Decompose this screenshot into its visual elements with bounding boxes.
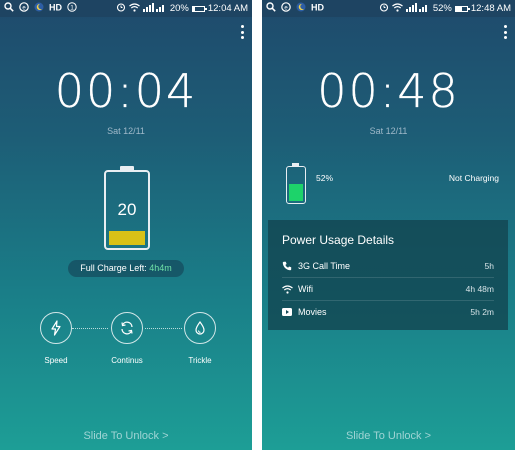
full-charge-label: Full Charge Left: [80, 263, 150, 273]
signal-icon [142, 2, 167, 15]
usage-value: 4h 48m [465, 284, 494, 294]
video-icon [282, 308, 298, 316]
status-battery-text: 52% [432, 3, 452, 14]
search-icon [266, 2, 276, 15]
alarm-icon [379, 2, 389, 15]
mode-connector [72, 328, 108, 329]
slide-to-unlock[interactable]: Slide To Unlock > [262, 430, 515, 442]
battery-graphic: 20 [104, 166, 150, 250]
status-bar: e HD 1 20% 12:04 AM [0, 0, 252, 17]
moon-icon [34, 2, 44, 15]
usage-label: 3G Call Time [298, 261, 351, 271]
right-lock-screen: e HD 52% 12:48 AM 00:48 Sat 12/11 52% No… [262, 0, 515, 450]
trickle-label: Trickle [188, 356, 212, 365]
trickle-mode-button[interactable] [184, 312, 216, 344]
signal-icon [405, 2, 430, 15]
usage-label: Movies [298, 307, 327, 317]
continus-mode-button[interactable] [111, 312, 143, 344]
svg-text:1: 1 [70, 5, 74, 12]
status-bar: e HD 52% 12:48 AM [262, 0, 515, 17]
battery-percent: 20 [117, 200, 137, 219]
overflow-menu-icon[interactable] [240, 25, 244, 39]
power-usage-title: Power Usage Details [282, 233, 395, 247]
svg-text:HD: HD [311, 3, 324, 13]
full-charge-left: Full Charge Left: 4h4m [68, 260, 184, 277]
svg-text:HD: HD [49, 3, 62, 13]
date: Sat 12/11 [369, 126, 408, 136]
hd-icon: HD [49, 2, 62, 15]
battery-fill [289, 184, 303, 201]
usage-row-3g-call[interactable]: 3G Call Time 5h [282, 255, 494, 278]
wifi-icon [128, 2, 140, 15]
left-lock-screen: e HD 1 20% 12:04 AM 00:04 Sat 12/11 20 F… [0, 0, 252, 450]
slide-to-unlock[interactable]: Slide To Unlock > [0, 430, 252, 442]
usage-row-movies[interactable]: Movies 5h 2m [282, 301, 494, 323]
speed-label: Speed [44, 356, 68, 365]
battery-icon [454, 5, 470, 12]
battery-graphic [286, 163, 306, 204]
speed-mode-button[interactable] [40, 312, 72, 344]
search-icon [4, 2, 14, 15]
battery-icon [191, 5, 207, 12]
notification-one-icon: 1 [67, 2, 77, 15]
phone-icon [282, 261, 298, 271]
battery-fill [109, 231, 145, 245]
charging-status: Not Charging [448, 173, 499, 183]
moon-icon [296, 2, 306, 15]
usage-row-wifi[interactable]: Wifi 4h 48m [282, 278, 494, 301]
battery-percent: 52% [316, 173, 334, 183]
usage-value: 5h [484, 261, 494, 271]
status-time: 12:48 AM [470, 3, 511, 14]
power-usage-panel: Power Usage Details 3G Call Time 5h Wifi… [268, 220, 508, 330]
overflow-menu-icon[interactable] [503, 25, 507, 39]
alarm-icon [116, 2, 126, 15]
date: Sat 12/11 [107, 126, 145, 136]
status-battery-text: 20% [169, 3, 189, 14]
clock: 00:04 [54, 64, 198, 118]
sim-icon: e [19, 2, 29, 15]
mode-connector [145, 328, 182, 329]
clock: 00:48 [317, 64, 460, 118]
usage-value: 5h 2m [470, 307, 494, 317]
wifi-icon [282, 284, 298, 294]
sim-icon: e [281, 2, 291, 15]
full-charge-value: 4h4m [149, 263, 172, 273]
wifi-icon [391, 2, 403, 15]
usage-label: Wifi [298, 284, 313, 294]
status-time: 12:04 AM [207, 3, 248, 14]
continus-label: Continus [111, 356, 143, 365]
hd-icon: HD [311, 2, 324, 15]
